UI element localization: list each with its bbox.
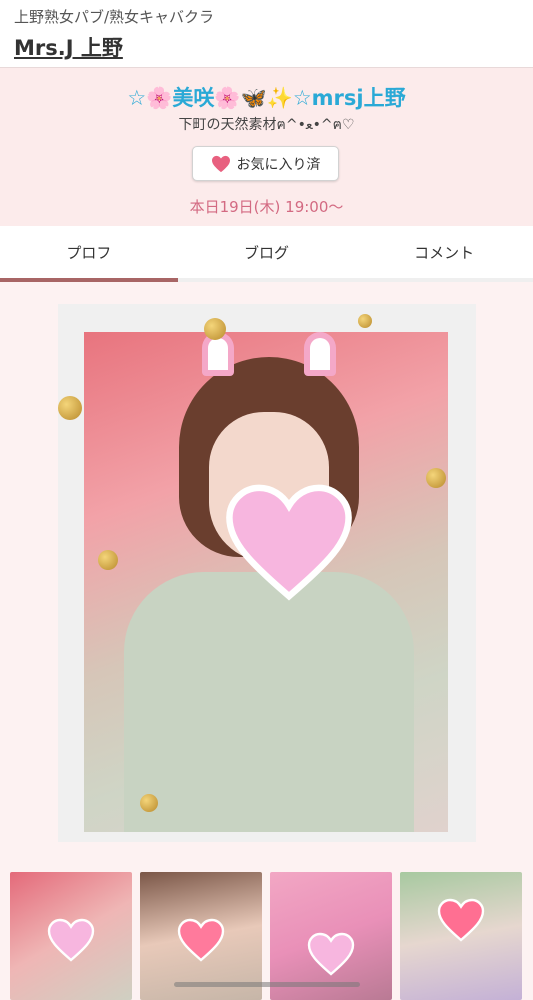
shop-name-link[interactable]: Mrs.J 上野 bbox=[14, 32, 123, 62]
shop-category: 上野熟女パブ/熟女キャバクラ bbox=[14, 8, 215, 26]
cast-catchphrase: 下町の天然素材ฅ^•ﻌ•^ฅ♡ bbox=[178, 117, 355, 133]
heart-sticker-icon bbox=[437, 898, 485, 942]
heart-sticker-icon bbox=[177, 918, 225, 962]
scroll-indicator[interactable] bbox=[174, 982, 360, 987]
profile-header: ☆🌸美咲🌸🦋✨☆mrsj上野 下町の天然素材ฅ^•ﻌ•^ฅ♡ お気に入り済 本日… bbox=[0, 68, 533, 226]
tab-profile[interactable]: プロフ bbox=[0, 226, 178, 282]
photo-dress-shape bbox=[124, 572, 414, 832]
heart-sticker-icon bbox=[226, 484, 352, 601]
gold-glitter-dot bbox=[358, 314, 372, 328]
work-schedule: 本日19日(木) 19:00〜 bbox=[189, 198, 344, 216]
gold-glitter-dot bbox=[204, 318, 226, 340]
gold-glitter-dot bbox=[140, 794, 158, 812]
gold-glitter-dot bbox=[98, 550, 118, 570]
heart-icon bbox=[211, 155, 230, 172]
thumbnail-2[interactable] bbox=[140, 872, 262, 1000]
thumbnail-4[interactable] bbox=[400, 872, 522, 1000]
gold-glitter-dot bbox=[426, 468, 446, 488]
profile-content bbox=[0, 282, 533, 1000]
favorite-button-label: お気に入り済 bbox=[236, 156, 321, 173]
gold-glitter-dot bbox=[58, 396, 82, 420]
main-photo-frame bbox=[58, 304, 476, 842]
tab-comment[interactable]: コメント bbox=[355, 226, 533, 278]
cast-name: ☆🌸美咲🌸🦋✨☆mrsj上野 bbox=[127, 86, 406, 110]
thumbnail-3[interactable] bbox=[270, 872, 392, 1000]
heart-sticker-icon bbox=[47, 918, 95, 962]
site-header: 上野熟女パブ/熟女キャバクラ Mrs.J 上野 bbox=[0, 0, 533, 68]
main-photo[interactable] bbox=[84, 332, 448, 832]
heart-sticker-icon bbox=[307, 932, 355, 976]
tab-bar: プロフ ブログ コメント bbox=[0, 226, 533, 282]
photo-thumbnails bbox=[10, 872, 530, 1000]
tab-blog[interactable]: ブログ bbox=[178, 226, 356, 278]
thumbnail-1[interactable] bbox=[10, 872, 132, 1000]
bunny-ear-right bbox=[304, 332, 336, 376]
favorite-button[interactable]: お気に入り済 bbox=[192, 146, 339, 181]
